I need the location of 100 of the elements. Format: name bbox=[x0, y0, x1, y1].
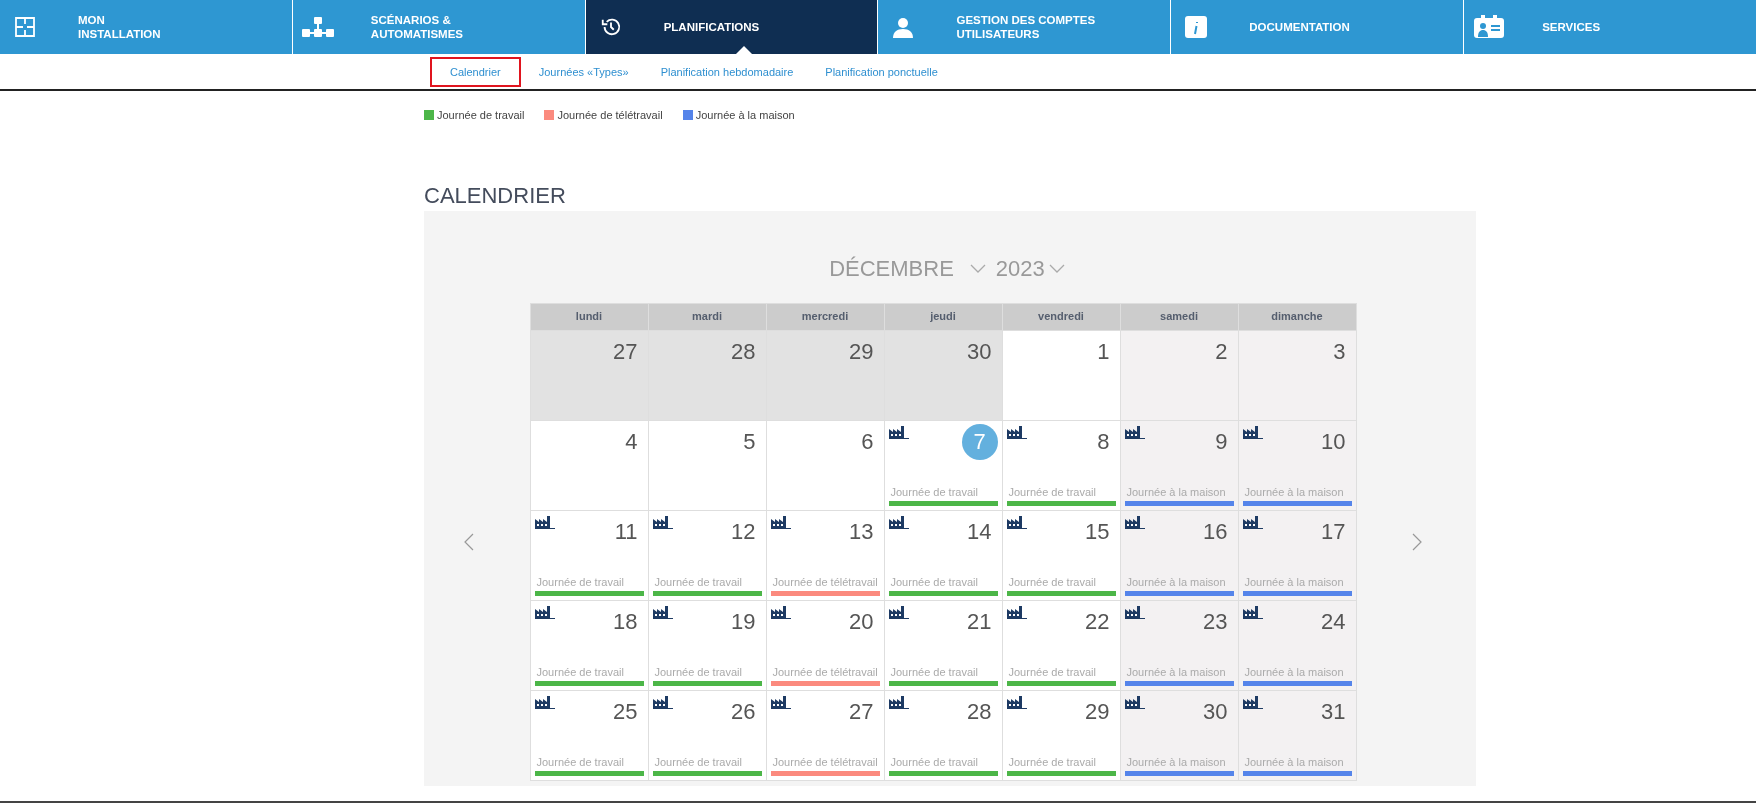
day-cell[interactable]: 26 Journée de travail bbox=[648, 691, 766, 780]
day-number: 2 bbox=[1215, 339, 1228, 365]
day-type-label: Journée de travail bbox=[889, 486, 979, 498]
day-number: 27 bbox=[849, 699, 874, 725]
day-number: 13 bbox=[849, 519, 874, 545]
day-number: 11 bbox=[614, 519, 638, 545]
day-number: 8 bbox=[1097, 429, 1110, 455]
day-number: 6 bbox=[861, 429, 874, 455]
day-type-label: Journée de télétravail bbox=[771, 576, 879, 588]
day-number: 1 bbox=[1097, 339, 1110, 365]
day-cell[interactable]: 27 Journée de télétravail bbox=[766, 691, 884, 780]
day-number: 25 bbox=[613, 699, 638, 725]
day-number: 31 bbox=[1321, 699, 1346, 725]
day-number: 24 bbox=[1321, 609, 1346, 635]
day-number: 14 bbox=[967, 519, 992, 545]
day-number: 21 bbox=[967, 609, 992, 635]
day-cell[interactable]: 8 Journée de travail bbox=[1002, 421, 1120, 510]
day-number: 28 bbox=[731, 339, 756, 365]
day-type-label: Journée à la maison bbox=[1125, 666, 1227, 678]
page-title: CALENDRIER bbox=[424, 182, 567, 210]
day-cell[interactable]: 2 bbox=[1120, 331, 1238, 420]
subnav-tab[interactable]: Planification hebdomadaire bbox=[646, 56, 808, 87]
day-number: 30 bbox=[1203, 699, 1228, 725]
day-type-label: Journée à la maison bbox=[1243, 666, 1345, 678]
legend-label: Journée à la maison bbox=[695, 109, 795, 121]
day-number: 22 bbox=[1085, 609, 1110, 635]
weekday-header: dimanche bbox=[1238, 304, 1356, 330]
day-number: 18 bbox=[613, 609, 638, 635]
day-cell[interactable]: 22 Journée de travail bbox=[1002, 601, 1120, 690]
day-cell[interactable]: 11 Journée de travail bbox=[530, 511, 648, 600]
day-cell[interactable]: 31 Journée à la maison bbox=[1238, 691, 1356, 780]
day-cell[interactable]: 10 Journée à la maison bbox=[1238, 421, 1356, 510]
day-type-label: Journée de télétravail bbox=[771, 666, 879, 678]
day-type-label: Journée à la maison bbox=[1125, 756, 1227, 768]
day-cell[interactable]: 23 Journée à la maison bbox=[1120, 601, 1238, 690]
day-type-label: Journée de travail bbox=[1007, 756, 1097, 768]
caret-icon[interactable] bbox=[969, 264, 986, 274]
day-number: 27 bbox=[613, 339, 638, 365]
day-cell[interactable]: 29 bbox=[766, 331, 884, 420]
day-cell[interactable]: 4 bbox=[530, 421, 648, 510]
day-cell[interactable]: 9 Journée à la maison bbox=[1120, 421, 1238, 510]
day-type-label: Journée de travail bbox=[535, 666, 625, 678]
subnav-tab[interactable]: Journées «Types» bbox=[524, 56, 643, 87]
day-type-label: Journée de travail bbox=[889, 576, 979, 588]
day-cell[interactable]: 20 Journée de télétravail bbox=[766, 601, 884, 690]
day-type-label: Journée à la maison bbox=[1243, 576, 1345, 588]
day-number: 4 bbox=[625, 429, 638, 455]
day-number: 3 bbox=[1333, 339, 1346, 365]
caret-icon[interactable] bbox=[1048, 264, 1065, 274]
day-cell[interactable]: 29 Journée de travail bbox=[1002, 691, 1120, 780]
weekday-header: lundi bbox=[530, 304, 648, 330]
day-number: 5 bbox=[743, 429, 756, 455]
day-number: 29 bbox=[1085, 699, 1110, 725]
day-number: 23 bbox=[1203, 609, 1228, 635]
day-type-label: Journée de travail bbox=[889, 666, 979, 678]
day-cell[interactable]: 13 Journée de télétravail bbox=[766, 511, 884, 600]
day-cell[interactable]: 19 Journée de travail bbox=[648, 601, 766, 690]
day-cell[interactable]: 30 Journée à la maison bbox=[1120, 691, 1238, 780]
weekday-header: samedi bbox=[1120, 304, 1238, 330]
day-number: 28 bbox=[967, 699, 992, 725]
day-cell[interactable]: 21 Journée de travail bbox=[884, 601, 1002, 690]
day-cell[interactable]: 24 Journée à la maison bbox=[1238, 601, 1356, 690]
day-number: 26 bbox=[731, 699, 756, 725]
legend-label: Journée de travail bbox=[437, 109, 525, 121]
day-number: 9 bbox=[1215, 429, 1228, 455]
day-cell[interactable]: 16 Journée à la maison bbox=[1120, 511, 1238, 600]
day-cell[interactable]: 27 bbox=[530, 331, 648, 420]
day-type-label: Journée de télétravail bbox=[771, 756, 879, 768]
day-type-label: Journée de travail bbox=[1007, 666, 1097, 678]
day-cell[interactable]: 30 bbox=[884, 331, 1002, 420]
subnav-tab[interactable]: Planification ponctuelle bbox=[811, 56, 952, 87]
day-type-label: Journée de travail bbox=[1007, 486, 1097, 498]
day-type-label: Journée de travail bbox=[1007, 576, 1097, 588]
day-cell[interactable]: 17 Journée à la maison bbox=[1238, 511, 1356, 600]
day-cell[interactable]: 5 bbox=[648, 421, 766, 510]
day-number: 20 bbox=[849, 609, 874, 635]
day-cell[interactable]: 15 Journée de travail bbox=[1002, 511, 1120, 600]
day-cell[interactable]: 12 Journée de travail bbox=[648, 511, 766, 600]
day-number: 19 bbox=[731, 609, 756, 635]
day-cell[interactable]: 28 bbox=[648, 331, 766, 420]
day-type-label: Journée de travail bbox=[653, 666, 743, 678]
day-cell[interactable]: 1 bbox=[1002, 331, 1120, 420]
day-type-label: Journée de travail bbox=[889, 756, 979, 768]
day-cell[interactable]: 14 Journée de travail bbox=[884, 511, 1002, 600]
day-cell[interactable]: 18 Journée de travail bbox=[530, 601, 648, 690]
day-cell[interactable]: 25 Journée de travail bbox=[530, 691, 648, 780]
weekday-header: mardi bbox=[648, 304, 766, 330]
day-cell[interactable]: 3 bbox=[1238, 331, 1356, 420]
day-type-label: Journée de travail bbox=[653, 576, 743, 588]
weekday-header: vendredi bbox=[1002, 304, 1120, 330]
legend-label: Journée de télétravail bbox=[557, 109, 663, 121]
day-number: 7 bbox=[961, 424, 998, 460]
day-cell[interactable]: 28 Journée de travail bbox=[884, 691, 1002, 780]
day-cell[interactable]: 6 bbox=[766, 421, 884, 510]
day-number: 12 bbox=[731, 519, 756, 545]
nav-tab[interactable]: PLANIFICATIONS bbox=[585, 0, 879, 54]
day-type-label: Journée de travail bbox=[535, 576, 625, 588]
day-type-label: Journée à la maison bbox=[1125, 576, 1227, 588]
subnav-tab[interactable]: Calendrier bbox=[430, 56, 521, 87]
day-type-label: Journée de travail bbox=[653, 756, 743, 768]
